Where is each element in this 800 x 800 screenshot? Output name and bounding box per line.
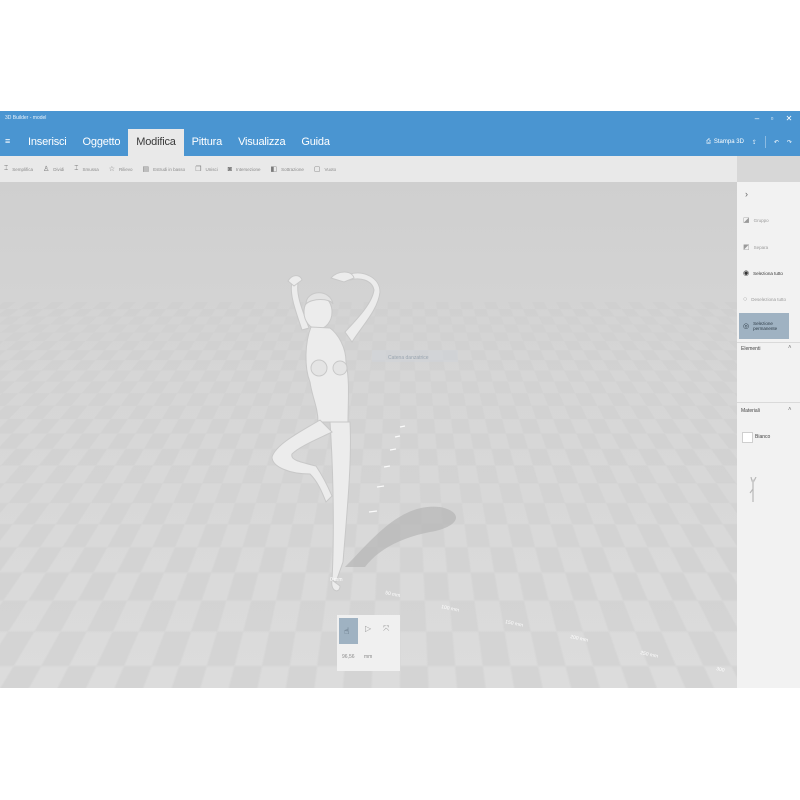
toolbar-intersect[interactable]: ◙ Intersezione xyxy=(228,166,261,173)
toolbar-label: Smussa xyxy=(82,166,99,172)
toolbar-label: Unisci xyxy=(205,166,218,172)
tab-guida[interactable]: Guida xyxy=(293,129,337,156)
rotate-icon[interactable]: ▷ xyxy=(365,624,371,633)
ruler-label-150: 150 mm xyxy=(505,619,524,629)
close-button[interactable]: ✕ xyxy=(782,113,796,125)
minimize-button[interactable]: – xyxy=(750,113,764,125)
deselect-all-icon: ○ xyxy=(743,295,748,303)
title-bar: 3D Builder - model – ▫ ✕ ≡ Inserisci Ogg… xyxy=(0,111,800,156)
toolbar-merge[interactable]: ❐ Unisci xyxy=(195,165,218,173)
undo-icon: ↶ xyxy=(773,139,779,146)
panel-button-label: Gruppo xyxy=(753,217,769,223)
dancer-model[interactable] xyxy=(271,271,381,592)
intersect-icon: ◙ xyxy=(227,165,232,173)
window-title: 3D Builder - model xyxy=(5,115,47,121)
ruler-label-0: 0 mm xyxy=(330,577,343,583)
toolbar-extrude[interactable]: ▤ Estrudi in basso xyxy=(143,165,186,173)
undo-button[interactable]: ↶ xyxy=(774,139,779,146)
separate-icon: ◩ xyxy=(743,244,750,251)
select-all-button[interactable]: ◉ Seleziona tutto xyxy=(739,262,789,284)
toolbar-label: Rilievo xyxy=(119,166,133,172)
extrude-icon: ▤ xyxy=(142,166,150,173)
restore-button[interactable]: ▫ xyxy=(765,113,779,125)
tab-inserisci[interactable]: Inserisci xyxy=(20,129,75,156)
group-button[interactable]: ◪ Gruppo xyxy=(739,209,789,231)
split-icon: ♙ xyxy=(42,166,50,173)
panel-button-label: Deseleziona tutto xyxy=(751,296,787,302)
ruler-label-300: 300 xyxy=(716,666,726,674)
right-panel: › ◪ Gruppo ◩ Separa ◉ Seleziona tutto ○ … xyxy=(737,182,800,688)
figure-shadow xyxy=(345,506,457,567)
scene-canvas: Catena danzatrice 0 mm 50 mm 100 mm 150 … xyxy=(271,271,726,674)
hand-icon: ☝ xyxy=(344,626,350,636)
hamburger-menu-icon[interactable]: ≡ xyxy=(5,136,15,146)
subtract-icon: ◧ xyxy=(270,166,278,173)
tab-pittura[interactable]: Pittura xyxy=(184,129,230,156)
deselect-all-button[interactable]: ○ Deseleziona tutto xyxy=(739,288,789,310)
tab-visualizza[interactable]: Visualizza xyxy=(230,129,293,156)
toolbar-smooth[interactable]: ⌶ Smussa xyxy=(74,165,98,173)
toolbar-subtract[interactable]: ◧ Sottrazione xyxy=(270,165,303,173)
hollow-icon: ▢ xyxy=(313,166,321,173)
redo-button[interactable]: ↷ xyxy=(787,139,792,146)
title-bar-tools: ⎙ Stampa 3D ⇪ ↶ ↷ xyxy=(706,133,800,151)
tooltip-text: Catena danzatrice xyxy=(388,355,429,361)
panel-button-label: Selezione permanente xyxy=(753,321,778,331)
print-3d-label: Stampa 3D xyxy=(713,139,744,145)
divider xyxy=(737,402,800,403)
toolbar-emboss[interactable]: ☆ Rilievo xyxy=(109,165,133,173)
toolbar-simplify[interactable]: ⌶ Semplifica xyxy=(4,165,33,173)
size-value-input[interactable]: 96,56 xyxy=(342,654,355,660)
merge-icon: ❐ xyxy=(195,166,202,173)
toolbar-label: Semplifica xyxy=(12,166,33,172)
chevron-up-icon[interactable]: ˄ xyxy=(788,407,792,413)
toolbar-label: Vuoto xyxy=(324,166,337,172)
elements-heading: Elementi xyxy=(741,346,761,352)
divider xyxy=(737,342,800,343)
ruler-ticks xyxy=(368,425,406,513)
share-button[interactable]: ⇪ xyxy=(752,139,757,146)
ruler-label-200: 200 mm xyxy=(570,634,589,644)
toolbar-label: Dividi xyxy=(53,166,65,172)
printer-icon: ⎙ xyxy=(706,138,711,145)
app-window: 3D Builder - model – ▫ ✕ ≡ Inserisci Ogg… xyxy=(0,111,800,688)
3d-viewport[interactable]: Catena danzatrice 0 mm 50 mm 100 mm 150 … xyxy=(0,182,737,688)
scale-mode-button[interactable]: ☝ xyxy=(339,618,358,644)
redo-icon: ↷ xyxy=(786,139,792,146)
group-icon: ◪ xyxy=(743,217,750,224)
panel-button-label: Separa xyxy=(753,244,769,250)
edit-toolbar: ⌶ Semplifica ♙ Dividi ⌶ Smussa ☆ Rilievo… xyxy=(0,156,737,182)
materials-heading: Materiali xyxy=(741,408,760,414)
toolbar-hollow[interactable]: ▢ Vuoto xyxy=(314,165,336,173)
tab-modifica[interactable]: Modifica xyxy=(128,129,184,156)
panel-button-label: Seleziona tutto xyxy=(753,270,783,276)
toolbar-split[interactable]: ♙ Dividi xyxy=(43,165,64,173)
permanent-selection-button[interactable]: ◎ Selezione permanente xyxy=(739,313,789,339)
expand-icon[interactable]: ⤧ xyxy=(383,624,389,634)
emboss-icon: ☆ xyxy=(108,166,116,173)
toolbar-label: Estrudi in basso xyxy=(153,166,186,172)
chevron-right-icon[interactable]: › xyxy=(745,189,748,199)
ribbon-tabs: Inserisci Oggetto Modifica Pittura Visua… xyxy=(20,129,338,156)
permanent-selection-icon: ◎ xyxy=(743,323,750,330)
share-icon: ⇪ xyxy=(751,139,757,146)
toolbar-label: Sottrazione xyxy=(281,166,304,172)
scale-tool-box: ☝ ▷ ⤧ 96,56 mm xyxy=(337,615,400,671)
material-name: Bianco xyxy=(755,434,771,440)
smooth-icon: ⌶ xyxy=(74,165,79,172)
simplify-icon: ⌶ xyxy=(4,165,9,172)
separate-button[interactable]: ◩ Separa xyxy=(739,236,789,258)
tab-oggetto[interactable]: Oggetto xyxy=(75,129,129,156)
chevron-up-icon[interactable]: ˄ xyxy=(788,345,792,351)
size-unit: mm xyxy=(364,654,373,660)
divider xyxy=(764,136,766,148)
ruler-label-100: 100 mm xyxy=(441,604,460,614)
toolbar-label: Intersezione xyxy=(235,166,261,172)
material-swatch[interactable] xyxy=(742,432,753,443)
print-3d-button[interactable]: ⎙ Stampa 3D xyxy=(706,139,744,146)
element-thumbnail[interactable] xyxy=(747,477,759,503)
ruler-label-250: 250 mm xyxy=(640,650,659,660)
ruler-label-50: 50 mm xyxy=(385,590,401,599)
select-all-icon: ◉ xyxy=(743,270,750,277)
